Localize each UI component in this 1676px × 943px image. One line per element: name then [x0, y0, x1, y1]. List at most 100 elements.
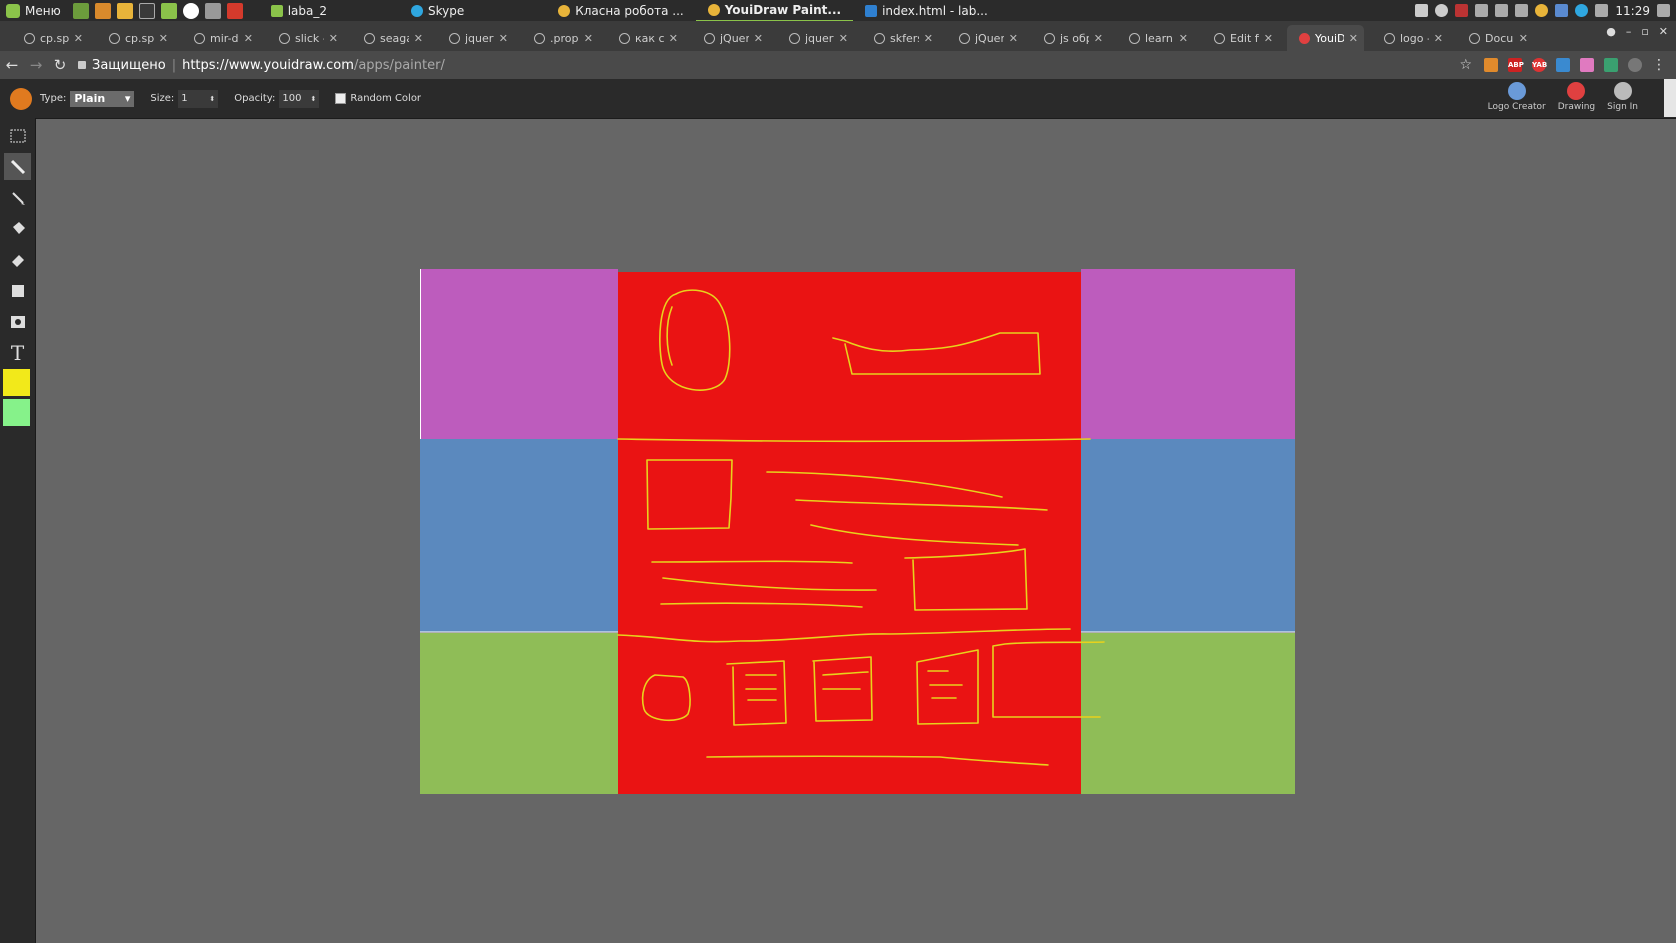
desktop-launcher-icon[interactable] [72, 2, 89, 19]
chrome-launcher-icon[interactable] [116, 2, 133, 19]
fill-tool[interactable] [4, 215, 31, 242]
shield-icon[interactable] [1555, 4, 1569, 17]
browser-tab[interactable]: jquery ✕ [777, 25, 854, 51]
taskbar-task-index-html[interactable]: index.html - lab... [853, 0, 1000, 21]
network-launcher-icon[interactable] [204, 2, 221, 19]
minimize-icon[interactable]: – [1626, 25, 1632, 38]
browser-tab[interactable]: js обр ✕ [1032, 25, 1109, 51]
browser-tab[interactable]: cp.spr ✕ [12, 25, 89, 51]
extension-mail-icon[interactable] [1604, 58, 1618, 72]
bluetooth-icon[interactable] [1595, 4, 1609, 17]
keyboard-layout-icon[interactable] [1455, 4, 1469, 17]
display-icon[interactable] [1415, 4, 1429, 17]
reload-icon[interactable]: ↻ [48, 56, 72, 74]
browser-tab[interactable]: YouiD ✕ [1287, 25, 1364, 51]
close-tab-icon[interactable]: ✕ [754, 32, 763, 45]
extension-grey-icon[interactable] [1628, 58, 1642, 72]
profile-icon[interactable]: ● [1606, 25, 1616, 38]
close-tab-icon[interactable]: ✕ [414, 32, 423, 45]
close-tab-icon[interactable]: ✕ [1094, 32, 1103, 45]
browser-tab[interactable]: slick - ✕ [267, 25, 344, 51]
browser-tab[interactable]: jQuery ✕ [692, 25, 769, 51]
extension-blue-icon[interactable] [1556, 58, 1570, 72]
volume-icon[interactable] [1495, 4, 1509, 17]
youidraw-logo-icon[interactable] [10, 87, 32, 110]
drop-launcher-icon[interactable] [182, 2, 199, 19]
extension-pink-icon[interactable] [1580, 58, 1594, 72]
close-tab-icon[interactable]: ✕ [1434, 32, 1443, 45]
terminal-launcher-icon[interactable] [138, 2, 155, 19]
browser-tab[interactable]: jQuery ✕ [947, 25, 1024, 51]
taskbar-task-laba2[interactable]: laba_2 [259, 0, 339, 21]
back-arrow-icon[interactable]: ← [0, 56, 24, 74]
browser-tab[interactable]: jquery ✕ [437, 25, 514, 51]
bookmark-star-icon[interactable]: ☆ [1459, 57, 1472, 73]
close-tab-icon[interactable]: ✕ [499, 32, 508, 45]
close-tab-icon[interactable]: ✕ [839, 32, 848, 45]
logo-creator-button[interactable]: Logo Creator [1488, 82, 1546, 112]
close-tab-icon[interactable]: ✕ [159, 32, 168, 45]
close-tab-icon[interactable]: ✕ [244, 32, 253, 45]
skype-tray-icon[interactable] [1575, 4, 1589, 17]
browser-tab[interactable]: .prop(✕ [522, 25, 599, 51]
opacity-stepper[interactable]: 100 ⬍ [279, 89, 320, 108]
stepper-arrows-icon[interactable]: ⬍ [310, 95, 316, 103]
close-tab-icon[interactable]: ✕ [329, 32, 338, 45]
browser-tab[interactable]: Edit fi ✕ [1202, 25, 1279, 51]
close-tab-icon[interactable]: ✕ [669, 32, 678, 45]
forward-arrow-icon[interactable]: → [24, 56, 48, 74]
close-tab-icon[interactable]: ✕ [74, 32, 83, 45]
close-tab-icon[interactable]: ✕ [1179, 32, 1188, 45]
browser-tab[interactable]: seaga ✕ [352, 25, 429, 51]
shape-tool[interactable] [4, 277, 31, 304]
adblock-icon[interactable]: ABP [1508, 58, 1524, 72]
chrome-tray-icon[interactable] [1535, 4, 1549, 17]
close-tab-icon[interactable]: ✕ [1009, 32, 1018, 45]
random-color-checkbox[interactable] [335, 93, 347, 104]
primary-color-swatch[interactable] [3, 369, 30, 396]
select-tool[interactable] [4, 122, 31, 149]
files-launcher-icon[interactable] [160, 2, 177, 19]
close-window-icon[interactable]: ✕ [1659, 25, 1668, 38]
browser-menu-icon[interactable]: ⋮ [1652, 57, 1666, 73]
restore-icon[interactable]: ▫ [1641, 25, 1648, 38]
browser-tab[interactable]: Docur ✕ [1457, 25, 1534, 51]
sign-in-button[interactable]: Sign In [1607, 82, 1638, 112]
extension-orange-icon[interactable] [1484, 58, 1498, 72]
browser-tab[interactable]: skfers ✕ [862, 25, 939, 51]
image-tool[interactable] [4, 308, 31, 335]
size-stepper[interactable]: 1 ⬍ [178, 89, 219, 108]
close-tab-icon[interactable]: ✕ [584, 32, 593, 45]
browser-tab[interactable]: как сд ✕ [607, 25, 684, 51]
drawing-canvas[interactable] [420, 269, 1295, 794]
start-menu-button[interactable]: Меню [0, 3, 67, 18]
brush-tool[interactable] [4, 153, 31, 180]
wifi-icon[interactable] [1475, 4, 1489, 17]
clipboard-icon[interactable] [1515, 4, 1529, 17]
secondary-color-swatch[interactable] [3, 399, 30, 426]
pen-tool[interactable] [4, 184, 31, 211]
yab-icon[interactable]: YAB [1532, 58, 1547, 72]
type-select[interactable]: Plain ▾ [70, 90, 135, 107]
close-tab-icon[interactable]: ✕ [1264, 32, 1273, 45]
browser-tab[interactable]: logo - ✕ [1372, 25, 1449, 51]
browser-tab[interactable]: mir-dv ✕ [182, 25, 259, 51]
user-icon[interactable] [1435, 4, 1449, 17]
browser-tab[interactable]: cp.spr ✕ [97, 25, 174, 51]
taskbar-task-klasna[interactable]: Класна робота ... [546, 0, 695, 21]
browser-tab[interactable]: learn. ✕ [1117, 25, 1194, 51]
stepper-arrows-icon[interactable]: ⬍ [209, 95, 215, 103]
taskbar-task-youidraw[interactable]: YouiDraw Paint... [695, 0, 854, 22]
url-field[interactable]: Защищено | https://www.youidraw.com/apps… [78, 58, 445, 73]
show-desktop-icon[interactable] [1657, 4, 1670, 17]
close-tab-icon[interactable]: ✕ [1349, 32, 1358, 45]
text-tool[interactable]: T [4, 339, 31, 366]
page-scrollbar[interactable] [1664, 79, 1676, 117]
close-tab-icon[interactable]: ✕ [924, 32, 933, 45]
taskbar-task-skype[interactable]: Skype [399, 0, 476, 21]
app-launcher-icon[interactable] [94, 2, 111, 19]
drawing-button[interactable]: Drawing [1558, 82, 1595, 112]
close-tab-icon[interactable]: ✕ [1519, 32, 1528, 45]
filezilla-launcher-icon[interactable] [226, 2, 243, 19]
clock[interactable]: 11:29 [1615, 4, 1650, 18]
